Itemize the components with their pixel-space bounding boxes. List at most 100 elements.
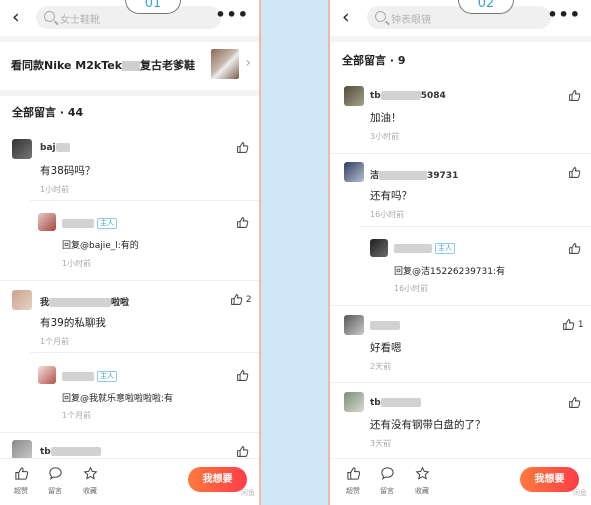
thumbs-up-icon bbox=[569, 397, 581, 408]
comment-username[interactable]: baj bbox=[40, 143, 70, 153]
like-button[interactable]: 1 bbox=[562, 318, 584, 331]
search-icon bbox=[44, 11, 55, 22]
thumbs-up-icon bbox=[237, 142, 249, 153]
reply-time: 16小时前 bbox=[394, 284, 429, 293]
divider bbox=[0, 90, 259, 96]
owner-badge: 主人 bbox=[435, 243, 455, 254]
separator bbox=[330, 305, 591, 306]
separator bbox=[0, 280, 259, 281]
comment-time: 2天前 bbox=[370, 362, 392, 371]
comment-text: 好看嗯 bbox=[370, 342, 402, 354]
reply-text: 回复@洁15226239731:有 bbox=[394, 267, 506, 277]
bottom-bar: 超赞 留言 收藏 我想要 闲鱼 bbox=[0, 458, 259, 505]
search-box[interactable]: 钟表眼镜 bbox=[367, 6, 551, 29]
top-bar: ‹ 钟表眼镜 ••• 02 bbox=[330, 0, 591, 36]
like-count: 1 bbox=[577, 320, 584, 330]
like-action[interactable]: 超赞 bbox=[338, 466, 368, 496]
avatar[interactable] bbox=[344, 315, 364, 335]
avatar[interactable] bbox=[12, 290, 32, 310]
like-button[interactable]: 2 bbox=[230, 293, 252, 306]
comment-text: 还有吗？ bbox=[370, 190, 412, 202]
like-button[interactable] bbox=[236, 141, 249, 154]
avatar[interactable] bbox=[370, 239, 388, 257]
separator bbox=[330, 382, 591, 383]
comment-username[interactable]: 我啦啦 bbox=[40, 295, 129, 308]
back-arrow-icon[interactable]: ‹ bbox=[12, 7, 20, 27]
owner-badge: 主人 bbox=[97, 371, 117, 382]
want-button[interactable]: 我想要 bbox=[520, 467, 579, 492]
like-action[interactable]: 超赞 bbox=[6, 466, 36, 496]
favorite-action[interactable]: 收藏 bbox=[75, 466, 105, 496]
comment-username[interactable]: tb bbox=[370, 398, 421, 408]
comment-text: 有39的私聊我 bbox=[40, 317, 106, 329]
reply-username[interactable]: 主人 bbox=[394, 243, 455, 254]
like-button[interactable] bbox=[236, 216, 249, 229]
separator bbox=[0, 432, 259, 433]
thumbs-up-icon bbox=[346, 467, 360, 480]
comment-time: 3小时前 bbox=[370, 132, 400, 141]
reply-time: 1小时前 bbox=[62, 259, 92, 268]
separator bbox=[360, 226, 591, 227]
search-placeholder: 钟表眼镜 bbox=[391, 15, 431, 26]
comment-time: 1小时前 bbox=[40, 185, 70, 194]
more-icon[interactable]: ••• bbox=[215, 5, 249, 24]
comment-time: 16小时前 bbox=[370, 210, 405, 219]
thumbs-up-icon bbox=[237, 370, 249, 381]
screenshot-number: 02 bbox=[458, 0, 514, 14]
reply-username[interactable]: 主人 bbox=[62, 371, 117, 382]
more-icon[interactable]: ••• bbox=[547, 5, 581, 24]
comment-text: 有38码吗？ bbox=[40, 165, 96, 177]
thumbs-up-icon bbox=[231, 294, 243, 305]
thumbs-up-icon bbox=[563, 319, 575, 330]
bottom-bar: 超赞 留言 收藏 我想要 闲鱼 bbox=[330, 458, 591, 505]
comment-action[interactable]: 留言 bbox=[40, 466, 70, 496]
divider bbox=[330, 36, 591, 42]
comment-username[interactable]: tb bbox=[40, 447, 101, 457]
separator bbox=[30, 200, 259, 201]
search-placeholder: 女士鞋靴 bbox=[60, 15, 100, 26]
avatar[interactable] bbox=[38, 213, 56, 231]
section-title: 全部留言 · 9 bbox=[342, 54, 406, 67]
thumbs-up-icon bbox=[237, 217, 249, 228]
thumbs-up-icon bbox=[14, 467, 28, 480]
chevron-right-icon: › bbox=[245, 55, 251, 71]
like-button[interactable] bbox=[236, 445, 249, 458]
avatar[interactable] bbox=[344, 86, 364, 106]
want-button[interactable]: 我想要 bbox=[188, 467, 247, 492]
like-count: 2 bbox=[245, 295, 252, 305]
comment-text: 还有没有钢带白盘的了？ bbox=[370, 419, 486, 431]
favorite-action[interactable]: 收藏 bbox=[407, 466, 437, 496]
like-button[interactable] bbox=[568, 396, 581, 409]
avatar[interactable] bbox=[344, 392, 364, 412]
search-icon bbox=[375, 11, 386, 22]
reply-username[interactable]: 主人 bbox=[62, 218, 117, 229]
like-button[interactable] bbox=[568, 242, 581, 255]
comment-username[interactable]: 洁 39731 bbox=[370, 168, 458, 181]
comment-time: 1个月前 bbox=[40, 337, 70, 346]
thumbs-up-icon bbox=[569, 167, 581, 178]
avatar[interactable] bbox=[12, 440, 32, 460]
star-icon bbox=[414, 466, 430, 480]
separator bbox=[30, 352, 259, 353]
comment-username[interactable]: tb 5084 bbox=[370, 91, 446, 101]
screenshot-number: 01 bbox=[125, 0, 181, 14]
owner-badge: 主人 bbox=[97, 218, 117, 229]
watermark: 闲鱼 bbox=[573, 489, 587, 497]
phone-screen-right: ‹ 钟表眼镜 ••• 02 全部留言 · 9 tb 5084 加油！ 3小时前 洁… bbox=[328, 0, 591, 505]
comment-username[interactable] bbox=[370, 321, 400, 331]
separator bbox=[330, 153, 591, 154]
comment-action[interactable]: 留言 bbox=[372, 466, 402, 496]
like-button[interactable] bbox=[568, 89, 581, 102]
like-button[interactable] bbox=[568, 166, 581, 179]
thumbs-up-icon bbox=[237, 446, 249, 457]
top-bar: ‹ 女士鞋靴 ••• 01 bbox=[0, 0, 259, 36]
product-title: 看同款Nike M2kTek 复古老爹鞋 bbox=[11, 59, 196, 72]
avatar[interactable] bbox=[344, 162, 364, 182]
reply-time: 1个月前 bbox=[62, 411, 92, 420]
back-arrow-icon[interactable]: ‹ bbox=[342, 7, 350, 27]
avatar[interactable] bbox=[12, 139, 32, 159]
like-button[interactable] bbox=[236, 369, 249, 382]
product-card[interactable]: 看同款Nike M2kTek 复古老爹鞋 › bbox=[0, 42, 259, 88]
avatar[interactable] bbox=[38, 366, 56, 384]
comment-icon bbox=[380, 467, 394, 480]
